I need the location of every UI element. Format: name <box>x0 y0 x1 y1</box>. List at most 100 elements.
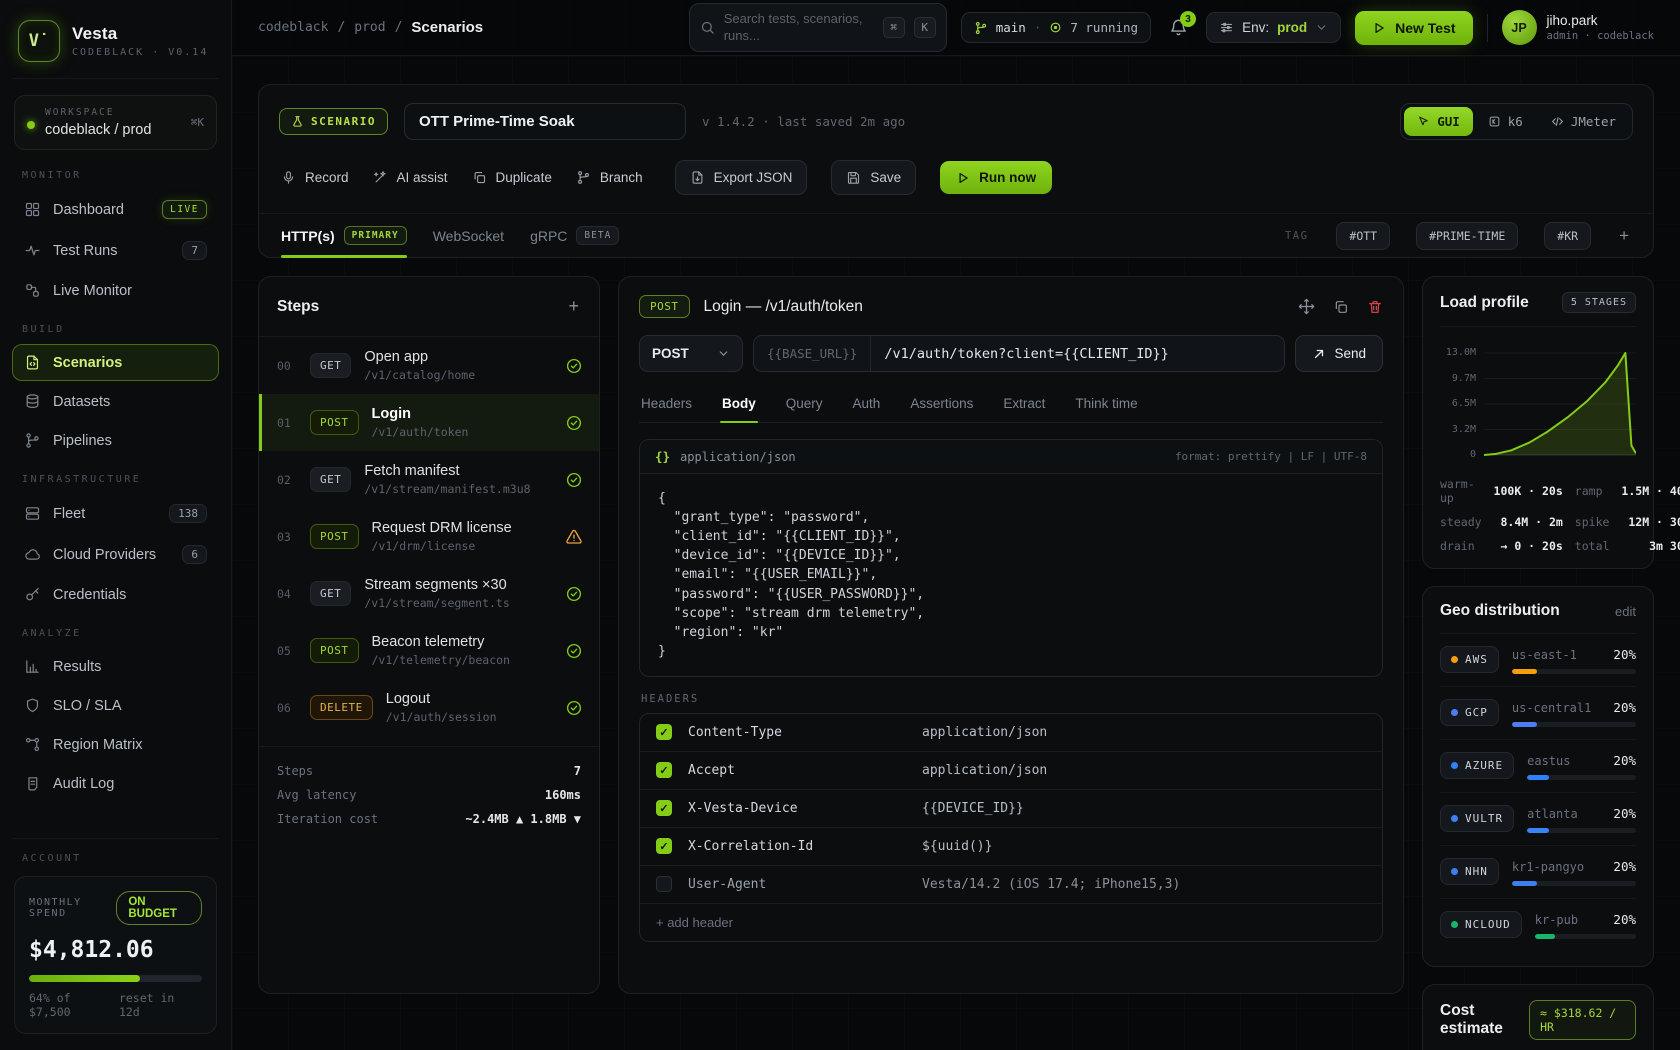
steps-panel: Steps + 00 GET Open app /v1/catalog/home <box>258 276 600 994</box>
step-row-selected[interactable]: 01 POST Login /v1/auth/token <box>259 394 599 451</box>
region-percent: 20% <box>1613 806 1636 821</box>
header-value[interactable]: application/json <box>922 725 1047 740</box>
step-row[interactable]: 03 POST Request DRM license /v1/drm/lice… <box>259 508 599 565</box>
sidebar-item-credentials[interactable]: Credentials <box>12 576 219 613</box>
check-circle-icon <box>565 414 583 432</box>
send-button[interactable]: Send <box>1295 335 1383 372</box>
export-json-button[interactable]: Export JSON <box>675 160 808 195</box>
url-input[interactable]: {{BASE_URL}} /v1/auth/token?client={{CLI… <box>753 335 1285 372</box>
branch-button[interactable]: Branch <box>576 170 643 185</box>
step-row[interactable]: 06 DELETE Logout /v1/auth/session <box>259 679 599 736</box>
sidebar-item-region-matrix[interactable]: Region Matrix <box>12 726 219 763</box>
header-value[interactable]: Vesta/14.2 (iOS 17.4; iPhone15,3) <box>922 877 1180 892</box>
tab-body[interactable]: Body <box>720 387 758 422</box>
add-header-button[interactable]: + add header <box>640 903 1382 941</box>
new-test-button[interactable]: New Test <box>1355 11 1472 45</box>
breadcrumb-workspace[interactable]: codeblack <box>258 20 328 35</box>
mode-k6-button[interactable]: k6 <box>1475 107 1536 136</box>
mode-jmeter-button[interactable]: JMeter <box>1538 107 1629 136</box>
header-checkbox[interactable] <box>656 762 672 778</box>
scenario-title: OTT Prime-Time Soak <box>419 113 575 130</box>
step-row[interactable]: 00 GET Open app /v1/catalog/home <box>259 337 599 394</box>
tab-http[interactable]: HTTP(s) PRIMARY <box>281 214 407 257</box>
breadcrumb-env[interactable]: prod <box>354 20 385 35</box>
copy-icon[interactable] <box>1333 299 1349 315</box>
sidebar-item-fleet[interactable]: Fleet 138 <box>12 494 219 533</box>
mode-label: k6 <box>1508 114 1523 129</box>
header-checkbox[interactable] <box>656 724 672 740</box>
provider-pill: AZURE <box>1440 752 1514 779</box>
tag-ott[interactable]: #OTT <box>1336 222 1390 250</box>
header-name[interactable]: Accept <box>688 763 906 778</box>
chart-y-axis: 13.0M 9.7M 6.5M 3.2M 0 <box>1440 341 1476 461</box>
headers-section-label: HEADERS <box>641 693 1381 705</box>
geo-bar-track <box>1527 775 1636 780</box>
add-tag-button[interactable]: + <box>1617 226 1631 246</box>
notifications-button[interactable]: 3 <box>1165 14 1192 41</box>
save-button[interactable]: Save <box>831 160 916 195</box>
header-checkbox[interactable] <box>656 876 672 892</box>
sidebar-item-pipelines[interactable]: Pipelines <box>12 422 219 459</box>
breadcrumb: codeblack / prod / Scenarios <box>258 19 483 36</box>
tag-prime-time[interactable]: #PRIME-TIME <box>1416 222 1518 250</box>
monthly-spend-card[interactable]: MONTHLY SPEND ON BUDGET $4,812.06 64% of… <box>14 876 217 1034</box>
user-menu[interactable]: JP jiho.park admin · codeblack <box>1502 10 1654 45</box>
step-row[interactable]: 04 GET Stream segments ×30 /v1/stream/se… <box>259 565 599 622</box>
sidebar-item-datasets[interactable]: Datasets <box>12 383 219 420</box>
header-value[interactable]: application/json <box>922 763 1047 778</box>
branch-status-pill[interactable]: main · 7 running <box>961 12 1151 43</box>
workspace-switcher[interactable]: WORKSPACE codeblack / prod ⌘K <box>14 95 217 150</box>
mode-segmented-control: GUI k6 JMeter <box>1400 103 1633 140</box>
tab-extract[interactable]: Extract <box>1001 387 1047 422</box>
method-select[interactable]: POST <box>639 335 743 372</box>
run-now-button[interactable]: Run now <box>940 161 1052 194</box>
tag-kr[interactable]: #KR <box>1544 222 1591 250</box>
header-checkbox[interactable] <box>656 800 672 816</box>
tab-grpc[interactable]: gRPC BETA <box>530 214 619 257</box>
sidebar-item-test-runs[interactable]: Test Runs 7 <box>12 231 219 270</box>
add-step-button[interactable]: + <box>566 294 581 319</box>
tab-query[interactable]: Query <box>784 387 825 422</box>
save-label: Save <box>870 170 901 185</box>
header-value[interactable]: ${uuid()} <box>922 839 992 854</box>
step-row[interactable]: 02 GET Fetch manifest /v1/stream/manifes… <box>259 451 599 508</box>
sidebar-item-results[interactable]: Results <box>12 648 219 685</box>
sidebar-item-cloud-providers[interactable]: Cloud Providers 6 <box>12 535 219 574</box>
provider-pill: GCP <box>1440 699 1499 726</box>
topbar-divider <box>1487 14 1488 42</box>
sidebar-item-slo-sla[interactable]: SLO / SLA <box>12 687 219 724</box>
tab-assertions[interactable]: Assertions <box>908 387 975 422</box>
trash-icon[interactable] <box>1367 299 1383 315</box>
header-name[interactable]: User-Agent <box>688 877 906 892</box>
mode-gui-button[interactable]: GUI <box>1404 107 1473 136</box>
tab-auth[interactable]: Auth <box>851 387 883 422</box>
tab-headers[interactable]: Headers <box>639 387 694 422</box>
env-selector[interactable]: Env: prod <box>1206 12 1341 43</box>
region-name: kr-pub <box>1535 913 1578 927</box>
move-icon[interactable] <box>1298 298 1315 315</box>
key-icon <box>24 586 41 603</box>
sidebar-item-live-monitor[interactable]: Live Monitor <box>12 272 219 309</box>
tab-think-time[interactable]: Think time <box>1073 387 1139 422</box>
header-name[interactable]: X-Vesta-Device <box>688 801 906 816</box>
global-search-input[interactable]: Search tests, scenarios, runs... ⌘ K <box>689 3 947 52</box>
header-value[interactable]: {{DEVICE_ID}} <box>922 801 1024 816</box>
record-button[interactable]: Record <box>281 170 349 185</box>
tab-websocket[interactable]: WebSocket <box>433 214 504 257</box>
sidebar-item-scenarios[interactable]: Scenarios <box>12 344 219 381</box>
duplicate-button[interactable]: Duplicate <box>472 170 552 185</box>
header-name[interactable]: X-Correlation-Id <box>688 839 906 854</box>
sidebar-item-audit-log[interactable]: Audit Log <box>12 765 219 802</box>
json-body-editor[interactable]: { "grant_type": "password", "client_id":… <box>640 474 1382 676</box>
sidebar-item-dashboard[interactable]: Dashboard LIVE <box>12 190 219 229</box>
brand-name: Vesta <box>72 24 208 44</box>
geo-edit-link[interactable]: edit <box>1615 604 1636 619</box>
y-tick: 6.5M <box>1452 398 1476 409</box>
provider-name: NHN <box>1465 865 1488 878</box>
pipeline-icon <box>24 432 41 449</box>
ai-assist-button[interactable]: AI assist <box>373 170 448 185</box>
header-checkbox[interactable] <box>656 838 672 854</box>
scenario-title-input[interactable]: OTT Prime-Time Soak <box>404 103 686 140</box>
step-row[interactable]: 05 POST Beacon telemetry /v1/telemetry/b… <box>259 622 599 679</box>
header-name[interactable]: Content-Type <box>688 725 906 740</box>
